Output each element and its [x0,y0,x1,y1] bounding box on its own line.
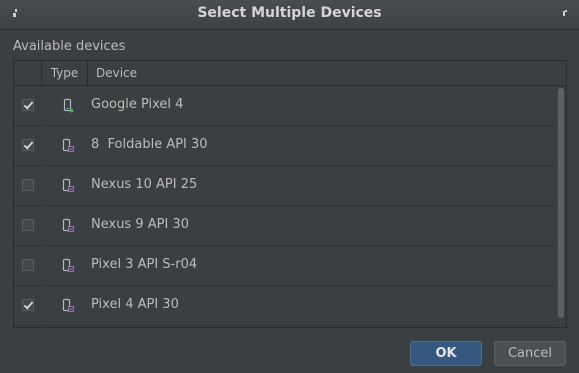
device-checkbox[interactable] [22,179,34,191]
device-checkbox[interactable] [22,219,34,231]
phone-running-icon [61,98,75,114]
device-checkbox[interactable] [22,299,34,311]
device-row[interactable]: Google Pixel 4 [14,86,556,126]
device-row[interactable]: Pixel 4 API 30 [14,286,556,326]
column-divider [42,206,43,246]
virtual-device-icon [61,138,75,154]
device-checkbox[interactable] [22,139,34,151]
table-header: Type Device [14,61,566,86]
device-name: Nexus 9 API 30 [91,217,189,232]
title-bar: Select Multiple Devices [0,0,579,30]
virtual-device-icon [61,218,75,234]
ok-button[interactable]: OK [410,341,482,366]
device-row[interactable]: Nexus 10 API 25 [14,166,556,206]
type-column-header[interactable]: Type [42,61,88,85]
device-row[interactable]: Pixel 3 API S-r04 [14,246,556,286]
device-row[interactable]: 8 Foldable API 30 [14,126,556,166]
device-row[interactable]: Nexus 9 API 30 [14,206,556,246]
cancel-button[interactable]: Cancel [494,341,566,366]
column-divider [42,166,43,206]
column-divider [42,86,43,126]
column-divider [42,286,43,326]
column-divider [42,246,43,286]
device-checkbox[interactable] [22,259,34,271]
device-name: 8 Foldable API 30 [91,137,208,152]
device-list: Google Pixel 4 8 Foldable API 30 Nexus 1… [14,86,556,326]
device-name: Google Pixel 4 [91,97,184,112]
device-name: Pixel 4 API 30 [91,297,179,312]
close-icon[interactable] [559,8,569,20]
device-column-header[interactable]: Device [88,61,562,85]
virtual-device-icon [61,178,75,194]
devices-table: Type Device Google Pixel 4 8 Foldable AP… [13,60,567,328]
available-devices-label: Available devices [13,39,126,54]
device-name: Nexus 10 API 25 [91,177,198,192]
device-checkbox[interactable] [22,99,34,111]
column-divider [42,126,43,166]
virtual-device-icon [61,298,75,314]
vertical-scrollbar[interactable] [556,86,566,327]
device-name: Pixel 3 API S-r04 [91,257,198,272]
select-column-header[interactable] [14,61,42,85]
scrollbar-thumb[interactable] [558,88,564,318]
virtual-device-icon [61,258,75,274]
dialog-title: Select Multiple Devices [197,5,382,21]
